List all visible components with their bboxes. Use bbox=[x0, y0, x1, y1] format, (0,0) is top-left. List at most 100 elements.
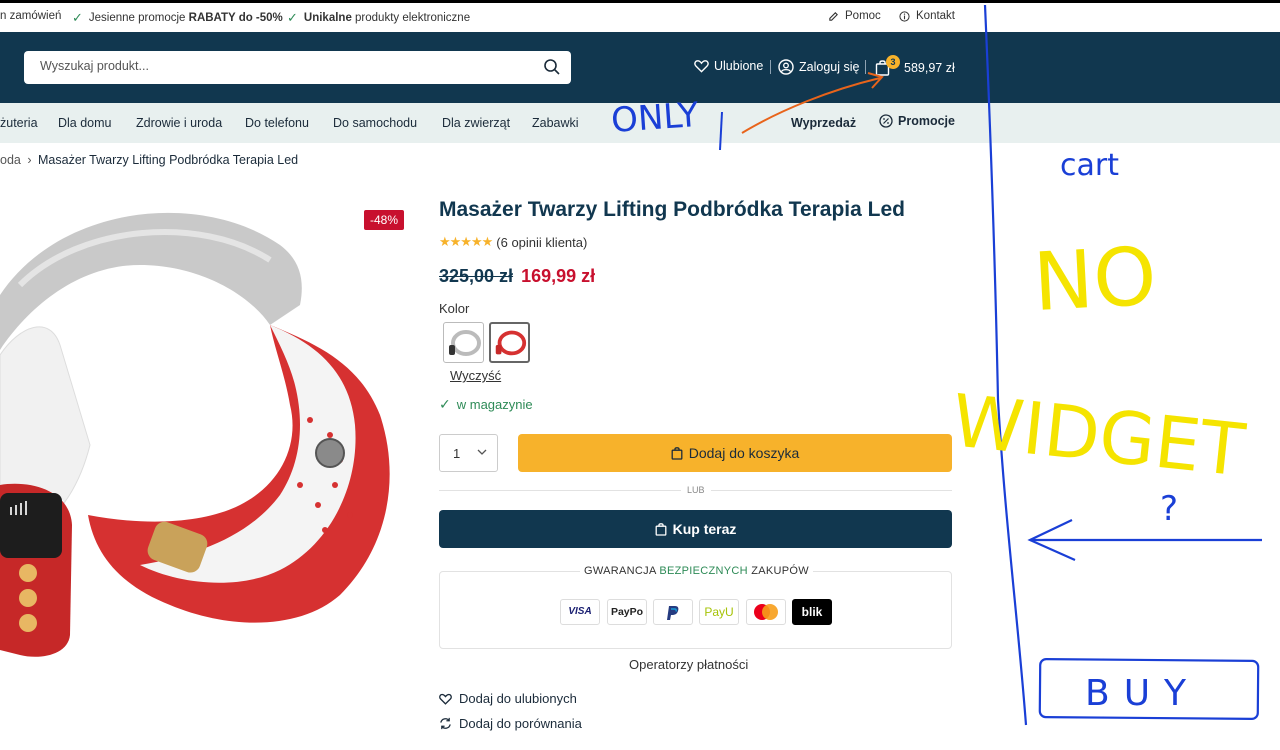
contact-link-label: Kontakt bbox=[916, 10, 955, 22]
quantity-value: 1 bbox=[453, 446, 461, 461]
site-header: Ulubione Zaloguj się 589,97 zł bbox=[0, 32, 1280, 103]
add-to-favorites-link[interactable]: Dodaj do ulubionych bbox=[439, 691, 577, 706]
search-input[interactable] bbox=[40, 59, 520, 73]
favorites-label: Ulubione bbox=[714, 59, 764, 73]
visa-logo: VISA bbox=[560, 599, 600, 625]
chevron-down-icon bbox=[477, 449, 487, 455]
price-block: 325,00 zł 169,99 zł bbox=[439, 266, 595, 287]
guarantee-title: GWARANCJA BEZPIECZNYCH ZAKUPÓW bbox=[440, 565, 953, 577]
product-rating[interactable]: ★★★★★ (6 opinii klienta) bbox=[439, 234, 587, 250]
topbar-item-orders-label: n zamówień bbox=[0, 10, 62, 22]
header-separator bbox=[770, 60, 771, 74]
nav-item-sale[interactable]: Wyprzedaż bbox=[791, 116, 856, 130]
topbar-item-unique: ✓ Unikalne produkty elektroniczne bbox=[287, 10, 470, 26]
topbar-unique-suffix: produkty elektroniczne bbox=[351, 12, 471, 24]
compare-arrows-icon bbox=[440, 717, 451, 730]
blik-logo: blik bbox=[792, 599, 832, 625]
buy-now-label: Kup teraz bbox=[672, 521, 737, 537]
cart-count-badge: 3 bbox=[886, 55, 900, 69]
sale-price: 169,99 zł bbox=[521, 266, 596, 286]
header-separator bbox=[865, 60, 866, 74]
edit-icon bbox=[829, 11, 838, 21]
color-swatch-red[interactable] bbox=[489, 322, 530, 363]
shopping-bag-icon bbox=[655, 523, 667, 536]
topbar-unique-label: Unikalne produkty elektroniczne bbox=[304, 12, 470, 24]
mastercard-logo bbox=[746, 599, 786, 625]
nav-item-home[interactable]: Dla domu bbox=[58, 116, 112, 130]
contact-link[interactable]: Kontakt bbox=[899, 10, 955, 22]
discount-badge: -48% bbox=[364, 210, 405, 230]
annotation-widget: WIDGET bbox=[948, 378, 1249, 492]
topbar-unique-bold: Unikalne bbox=[303, 12, 352, 24]
swatch-white-image bbox=[449, 330, 481, 356]
paypal-logo bbox=[653, 599, 693, 625]
add-to-compare-label: Dodaj do porównania bbox=[459, 716, 582, 731]
or-separator: LUB bbox=[681, 485, 711, 495]
nav-item-health-beauty[interactable]: Zdrowie i uroda bbox=[136, 116, 222, 130]
add-to-compare-link[interactable]: Dodaj do porównania bbox=[439, 716, 582, 731]
check-icon: ✓ bbox=[287, 10, 298, 25]
old-price: 325,00 zł bbox=[439, 266, 514, 286]
info-icon bbox=[899, 10, 910, 22]
search-icon[interactable] bbox=[543, 58, 561, 76]
guarantee-post: ZAKUPÓW bbox=[747, 565, 809, 577]
annotation-no: NO bbox=[1031, 230, 1159, 329]
search-box bbox=[24, 51, 571, 84]
quantity-select[interactable]: 1 bbox=[439, 434, 498, 472]
shopping-bag-icon bbox=[671, 447, 683, 460]
top-info-bar: n zamówień ✓ Jesienne promocje RABATY do… bbox=[0, 0, 1280, 32]
stock-label: w magazynie bbox=[456, 397, 533, 412]
nav-item-promotions[interactable]: Promocje bbox=[879, 114, 955, 128]
add-to-favorites-label: Dodaj do ulubionych bbox=[459, 691, 577, 706]
nav-item-car[interactable]: Do samochodu bbox=[333, 116, 417, 130]
favorites-link[interactable]: Ulubione bbox=[694, 59, 763, 73]
topbar-promo-label: Jesienne promocje RABATY do -50% bbox=[89, 12, 283, 24]
annotation-buy: BUY bbox=[1085, 673, 1200, 714]
swatch-red-image bbox=[495, 330, 527, 356]
cart-total: 589,97 zł bbox=[904, 60, 955, 75]
check-icon: ✓ bbox=[439, 396, 451, 412]
payment-operators-link[interactable]: Operatorzy płatności bbox=[629, 657, 748, 672]
user-icon bbox=[778, 59, 794, 75]
category-nav: żuteria Dla domu Zdrowie i uroda Do tele… bbox=[0, 103, 1280, 143]
topbar-item-orders: n zamówień bbox=[0, 10, 61, 22]
percent-badge-icon bbox=[879, 114, 893, 128]
nav-item-pets[interactable]: Dla zwierząt bbox=[442, 116, 510, 130]
login-link[interactable]: Zaloguj się bbox=[778, 59, 859, 75]
topbar-promo-prefix: Jesienne promocje bbox=[88, 12, 189, 24]
topbar-promo-bold: RABATY do -50% bbox=[188, 12, 283, 24]
color-swatch-white[interactable] bbox=[443, 322, 484, 363]
breadcrumb-separator: › bbox=[27, 153, 32, 167]
help-link-label: Pomoc bbox=[845, 10, 881, 22]
nav-item-jewelry[interactable]: żuteria bbox=[0, 116, 38, 130]
product-image[interactable] bbox=[0, 185, 420, 675]
annotation-cart: cart bbox=[1060, 148, 1119, 183]
paypo-logo: PayPo bbox=[607, 599, 647, 625]
secure-payment-box: GWARANCJA BEZPIECZNYCH ZAKUPÓW VISA PayP… bbox=[439, 565, 952, 649]
add-to-cart-label: Dodaj do koszyka bbox=[688, 445, 800, 461]
clear-selection-link[interactable]: Wyczyść bbox=[450, 368, 501, 383]
rating-stars-icon: ★★★★★ bbox=[439, 234, 493, 249]
buy-now-button[interactable]: Kup teraz bbox=[439, 510, 952, 548]
add-to-cart-button[interactable]: Dodaj do koszyka bbox=[518, 434, 952, 472]
annotation-question: ? bbox=[1160, 489, 1178, 529]
help-link[interactable]: Pomoc bbox=[828, 10, 881, 22]
guarantee-pre: GWARANCJA bbox=[584, 565, 660, 577]
check-icon: ✓ bbox=[72, 10, 83, 25]
payu-logo: PayU bbox=[699, 599, 739, 625]
nav-promotions-label: Promocje bbox=[898, 114, 955, 128]
login-label: Zaloguj się bbox=[799, 60, 860, 74]
breadcrumb-current: Masażer Twarzy Lifting Podbródka Terapia… bbox=[38, 153, 299, 167]
color-label: Kolor bbox=[439, 301, 470, 316]
heart-icon bbox=[694, 60, 709, 73]
nav-item-toys[interactable]: Zabawki bbox=[532, 116, 579, 130]
guarantee-accent: BEZPIECZNYCH bbox=[659, 565, 748, 577]
product-title: Masażer Twarzy Lifting Podbródka Terapia… bbox=[439, 198, 905, 221]
stock-status: ✓ w magazynie bbox=[439, 396, 533, 413]
nav-item-phone[interactable]: Do telefonu bbox=[245, 116, 309, 130]
topbar-item-promo: ✓ Jesienne promocje RABATY do -50% bbox=[72, 10, 283, 26]
heart-icon bbox=[439, 693, 452, 705]
breadcrumb-parent[interactable]: oda bbox=[0, 153, 21, 167]
breadcrumb: oda › Masażer Twarzy Lifting Podbródka T… bbox=[0, 153, 298, 167]
review-count[interactable]: (6 opinii klienta) bbox=[496, 235, 587, 250]
